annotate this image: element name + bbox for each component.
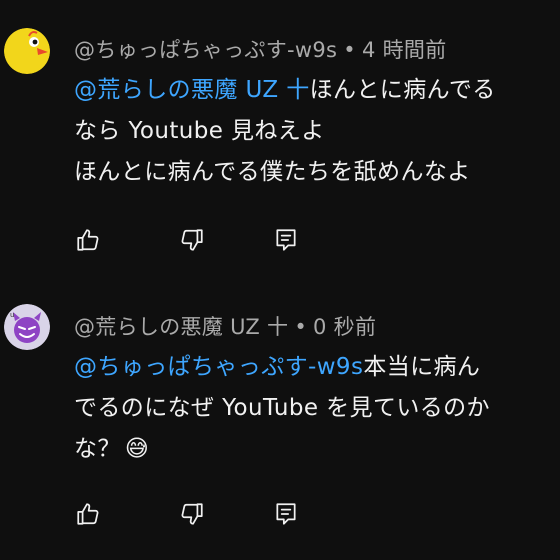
thumbs-up-icon: [77, 503, 99, 525]
mention-link[interactable]: @荒らしの悪魔 UZ 十: [74, 77, 310, 103]
mention-link[interactable]: @ちゅっぱちゃっぷす-w9s: [74, 354, 363, 380]
comment-time[interactable]: 4 時間前: [362, 38, 447, 62]
comment-meta: @ちゅっぱちゃっぷす-w9s • 4 時間前: [74, 34, 447, 64]
thumbs-down-icon: [181, 229, 203, 251]
comment-line: な？ 😅: [74, 429, 490, 470]
thumbs-up-icon: [77, 229, 99, 251]
avatar[interactable]: u: [4, 304, 50, 350]
yellow-bird-avatar-icon: [4, 28, 50, 74]
comment-time[interactable]: 0 秒前: [313, 315, 376, 339]
comment-line: なら Youtube 見ねえよ: [74, 118, 325, 144]
comment-text-segment: ほんとに病んでる: [309, 77, 496, 103]
comment-text-segment: な？: [74, 436, 121, 462]
comment-line: @ちゅっぱちゃっぷす-w9s本当に病ん: [74, 347, 490, 388]
comment-author[interactable]: @ちゅっぱちゃっぷす-w9s: [74, 38, 337, 62]
sweat-smile-emoji: 😅: [124, 436, 150, 462]
meta-separator: •: [343, 38, 356, 62]
reply-comment-icon: [276, 229, 296, 251]
comment-text: @荒らしの悪魔 UZ 十ほんとに病んでる なら Youtube 見ねえよ ほんと…: [74, 70, 496, 193]
meta-separator: •: [294, 315, 308, 339]
dislike-button[interactable]: [178, 500, 206, 528]
comment-author[interactable]: @荒らしの悪魔 UZ 十: [74, 315, 288, 339]
like-button[interactable]: [74, 500, 102, 528]
reply-button[interactable]: [272, 500, 300, 528]
comment-text-segment: 本当に病ん: [363, 354, 481, 380]
purple-devil-avatar-icon: u: [4, 304, 50, 350]
comment-text: @ちゅっぱちゃっぷす-w9s本当に病ん でるのになぜ YouTube を見ている…: [74, 347, 490, 470]
comment-line: でるのになぜ YouTube を見ているのか: [74, 395, 490, 421]
svg-text:u: u: [10, 311, 14, 319]
reply-comment-icon: [276, 503, 296, 525]
comment-line: ほんとに病んでる僕たちを舐めんなよ: [74, 159, 471, 185]
like-button[interactable]: [74, 226, 102, 254]
comment-line: @荒らしの悪魔 UZ 十ほんとに病んでる: [74, 70, 496, 111]
avatar[interactable]: [4, 28, 50, 74]
reply-button[interactable]: [272, 226, 300, 254]
comment-meta: @荒らしの悪魔 UZ 十 • 0 秒前: [74, 311, 376, 341]
thumbs-down-icon: [181, 503, 203, 525]
dislike-button[interactable]: [178, 226, 206, 254]
